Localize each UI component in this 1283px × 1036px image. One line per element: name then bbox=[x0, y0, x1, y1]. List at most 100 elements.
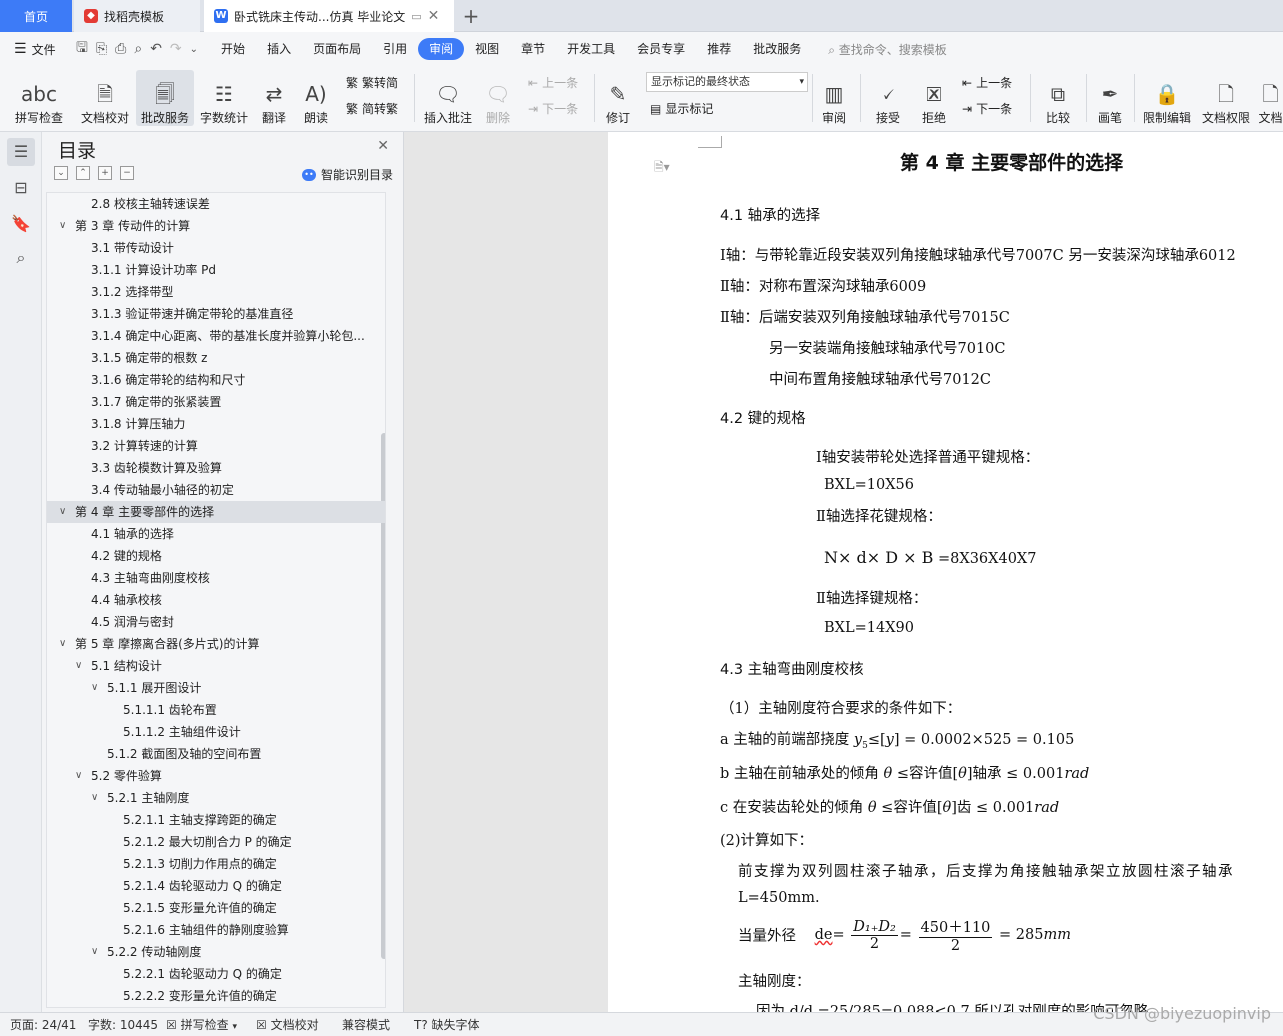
close-icon[interactable]: ✕ bbox=[428, 8, 440, 24]
toc-item[interactable]: 4.3 主轴弯曲刚度校核 bbox=[47, 567, 385, 589]
toc-item[interactable]: 4.1 轴承的选择 bbox=[47, 523, 385, 545]
spellcheck-status[interactable]: ☒ 拼写检查 ▾ bbox=[166, 1013, 237, 1036]
toc-item[interactable]: 5.2.1.1 主轴支撑跨距的确定 bbox=[47, 809, 385, 831]
chevron-down-icon[interactable]: ∨ bbox=[91, 941, 98, 963]
toc-item[interactable]: 3.1.3 验证带速并确定带轮的基准直径 bbox=[47, 303, 385, 325]
toc-item[interactable]: ∨ 5.2 零件验算 bbox=[47, 765, 385, 787]
menu-item-membership[interactable]: 会员专享 bbox=[626, 38, 696, 60]
toc-item[interactable]: 3.1 带传动设计 bbox=[47, 237, 385, 259]
chevron-down-icon[interactable]: ∨ bbox=[91, 677, 98, 699]
print-icon[interactable]: ⎙ bbox=[115, 41, 126, 57]
toc-item[interactable]: 5.2.1.3 切削力作用点的确定 bbox=[47, 853, 385, 875]
reject-button[interactable]: 🗷 拒绝 bbox=[914, 70, 954, 126]
trad-to-simp-button[interactable]: 繁繁转简 bbox=[346, 74, 398, 91]
remove-heading-icon[interactable]: − bbox=[120, 166, 134, 180]
document-page[interactable]: 🗎▾ 第 4 章 主要零部件的选择 4.1 轴承的选择 Ⅰ轴：与带轮靠近段安装双… bbox=[608, 132, 1283, 1012]
page-indicator[interactable]: 页面: 24/41 bbox=[10, 1013, 76, 1036]
smart-toc-button[interactable]: •• 智能识别目录 bbox=[301, 166, 393, 183]
toc-item[interactable]: 3.1.6 确定带轮的结构和尺寸 bbox=[47, 369, 385, 391]
menu-item-recommend[interactable]: 推荐 bbox=[696, 38, 742, 60]
toc-item[interactable]: 3.1.1 计算设计功率 Pd bbox=[47, 259, 385, 281]
doc-proof-button[interactable]: 🗎 文档校对 bbox=[76, 70, 134, 126]
bookmark-icon[interactable]: 🔖 bbox=[7, 210, 35, 238]
menu-item-view[interactable]: 视图 bbox=[464, 38, 510, 60]
doc-permission-button[interactable]: 🗋 文档权限 bbox=[1198, 70, 1254, 126]
export-icon[interactable]: ⎘ bbox=[96, 41, 107, 57]
toc-item[interactable]: ∨ 5.2.1 主轴刚度 bbox=[47, 787, 385, 809]
chevron-down-icon[interactable]: ∨ bbox=[75, 765, 82, 787]
menu-item-correction[interactable]: 批改服务 bbox=[742, 38, 812, 60]
more-icon[interactable]: ⌄ bbox=[190, 44, 198, 55]
toc-item[interactable]: ∨ 5.2.2 传动轴刚度 bbox=[47, 941, 385, 963]
toc-item[interactable]: ∨ 5.1.1 展开图设计 bbox=[47, 677, 385, 699]
search-icon[interactable]: ⌕ bbox=[7, 244, 35, 272]
chevron-down-icon[interactable]: ∨ bbox=[91, 787, 98, 809]
toc-item[interactable]: 3.3 齿轮模数计算及验算 bbox=[47, 457, 385, 479]
file-menu-button[interactable]: ☰ 文件 bbox=[0, 41, 70, 58]
new-tab-button[interactable]: + bbox=[458, 0, 484, 32]
toc-item[interactable]: 4.4 轴承校核 bbox=[47, 589, 385, 611]
prev-change-button[interactable]: ⇤ 上一条 bbox=[962, 74, 1012, 91]
command-search[interactable]: ⌕ 查找命令、搜索模板 bbox=[828, 41, 947, 58]
toc-item[interactable]: 3.4 传动轴最小轴径的初定 bbox=[47, 479, 385, 501]
toc-item[interactable]: ∨ 5.1 结构设计 bbox=[47, 655, 385, 677]
doc-more-button[interactable]: 🗋 文档 bbox=[1258, 70, 1283, 126]
spellcheck-button[interactable]: abc 拼写检查 bbox=[8, 70, 70, 126]
translate-button[interactable]: ⇄ 翻译 bbox=[254, 70, 294, 126]
menu-item-sections[interactable]: 章节 bbox=[510, 38, 556, 60]
compare-button[interactable]: ⧉ 比较 bbox=[1036, 70, 1080, 126]
toc-item[interactable]: 4.2 键的规格 bbox=[47, 545, 385, 567]
markup-state-dropdown[interactable]: 显示标记的最终状态 ▾ bbox=[646, 72, 808, 92]
toc-panel-icon[interactable]: ☰ bbox=[7, 138, 35, 166]
prev-comment-button[interactable]: ⇤ 上一条 bbox=[528, 74, 578, 91]
toc-item[interactable]: 5.2.2.2 变形量允许值的确定 bbox=[47, 985, 385, 1007]
expand-all-icon[interactable]: ⌄ bbox=[54, 166, 68, 180]
toc-item[interactable]: ∨ 第 5 章 摩擦离合器(多片式)的计算 bbox=[47, 633, 385, 655]
toc-item[interactable]: 4.5 润滑与密封 bbox=[47, 611, 385, 633]
toc-item[interactable]: 3.1.2 选择带型 bbox=[47, 281, 385, 303]
add-heading-icon[interactable]: + bbox=[98, 166, 112, 180]
next-comment-button[interactable]: ⇥ 下一条 bbox=[528, 100, 578, 117]
toc-item[interactable]: 3.1.7 确定带的张紧装置 bbox=[47, 391, 385, 413]
ink-button[interactable]: ✒ 画笔 bbox=[1090, 70, 1130, 126]
read-aloud-button[interactable]: A) 朗读 bbox=[298, 70, 334, 126]
accept-button[interactable]: 🗸 接受 bbox=[868, 70, 908, 126]
toc-item[interactable]: 3.1.5 确定带的根数 z bbox=[47, 347, 385, 369]
chevron-down-icon[interactable]: ∨ bbox=[59, 633, 66, 655]
toc-item[interactable]: 5.2.1.2 最大切削合力 P 的确定 bbox=[47, 831, 385, 853]
restrict-edit-button[interactable]: 🔒 限制编辑 bbox=[1140, 70, 1194, 126]
paragraph-menu-icon[interactable]: 🗎▾ bbox=[654, 158, 670, 179]
tab-home[interactable]: 首页 bbox=[0, 0, 72, 32]
toc-item[interactable]: 5.1.1.2 主轴组件设计 bbox=[47, 721, 385, 743]
delete-comment-button[interactable]: 🗨 删除 bbox=[478, 70, 518, 126]
undo-icon[interactable]: ↶ bbox=[150, 41, 162, 57]
menu-item-dev-tools[interactable]: 开发工具 bbox=[556, 38, 626, 60]
word-count-indicator[interactable]: 字数: 10445 bbox=[88, 1013, 158, 1036]
toc-item[interactable]: 5.1.1.1 齿轮布置 bbox=[47, 699, 385, 721]
toc-item[interactable]: 3.1.8 计算压轴力 bbox=[47, 413, 385, 435]
review-pane-button[interactable]: ▥ 审阅 bbox=[814, 70, 854, 126]
revise-button[interactable]: ✎ 修订 bbox=[598, 70, 638, 126]
menu-item-start[interactable]: 开始 bbox=[210, 38, 256, 60]
toc-item[interactable]: 3.1.4 确定中心距离、带的基准长度并验算小轮包... bbox=[47, 325, 385, 347]
menu-item-layout[interactable]: 页面布局 bbox=[302, 38, 372, 60]
menu-item-references[interactable]: 引用 bbox=[372, 38, 418, 60]
correction-service-button[interactable]: 🗐 批改服务 bbox=[136, 70, 194, 126]
tab-document[interactable]: W 卧式铣床主传动...仿真 毕业论文 ▭ ✕ bbox=[204, 0, 454, 32]
close-icon[interactable]: ✕ bbox=[377, 138, 389, 154]
show-markup-button[interactable]: ▤ 显示标记 bbox=[650, 100, 713, 117]
insert-comment-button[interactable]: 🗨 插入批注 bbox=[420, 70, 476, 126]
menu-item-review[interactable]: 审阅 bbox=[418, 38, 465, 60]
redo-icon[interactable]: ↷ bbox=[170, 41, 182, 57]
proof-status[interactable]: ☒ 文档校对 bbox=[256, 1013, 319, 1036]
toc-item[interactable]: 5.2.1.6 主轴组件的静刚度验算 bbox=[47, 919, 385, 941]
toc-item[interactable]: 5.2.1.4 齿轮驱动力 Q 的确定 bbox=[47, 875, 385, 897]
toc-item[interactable]: 2.8 校核主轴转速误差 bbox=[47, 193, 385, 215]
chevron-down-icon[interactable]: ∨ bbox=[59, 501, 66, 523]
screen-icon[interactable]: ▭ bbox=[411, 10, 421, 23]
next-change-button[interactable]: ⇥ 下一条 bbox=[962, 100, 1012, 117]
chevron-down-icon[interactable]: ∨ bbox=[75, 655, 82, 677]
tab-templates[interactable]: ◆ 找稻壳模板 bbox=[74, 0, 200, 32]
collapse-all-icon[interactable]: ⌃ bbox=[76, 166, 90, 180]
toc-item[interactable]: 5.2.2.1 齿轮驱动力 Q 的确定 bbox=[47, 963, 385, 985]
